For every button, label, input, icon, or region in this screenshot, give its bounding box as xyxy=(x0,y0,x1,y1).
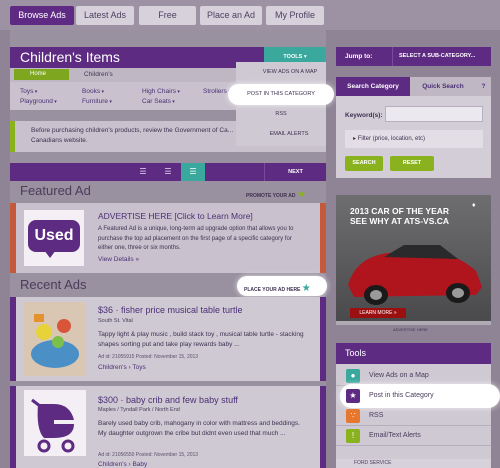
detail-view-icon[interactable]: ☰ xyxy=(181,163,205,181)
listing-category[interactable]: Children's › Toys xyxy=(98,364,146,371)
alert-icon: ! xyxy=(346,429,360,443)
category-car-seats[interactable]: Car Seats xyxy=(142,98,175,105)
keyword-input[interactable] xyxy=(385,106,483,122)
ad-subheadline: SEE WHY AT ATS-VS.CA xyxy=(350,216,450,226)
menu-rss[interactable]: RSS xyxy=(266,111,296,117)
list-view-icon[interactable]: ☰ xyxy=(131,163,155,181)
help-icon[interactable]: ? xyxy=(476,77,491,96)
star-icon: ★ xyxy=(301,283,311,294)
notice-edge xyxy=(236,146,326,152)
category-strollers[interactable]: Strollers xyxy=(203,88,231,95)
breadcrumb-home[interactable]: Home xyxy=(14,69,69,80)
tab-latest-ads[interactable]: Latest Ads xyxy=(76,6,134,25)
breadcrumb-current: Children's xyxy=(84,71,113,78)
listing-category[interactable]: Children's › Baby xyxy=(98,461,147,468)
tools-item-post[interactable]: Post in this Category xyxy=(369,392,434,399)
tab-place-an-ad[interactable]: Place an Ad xyxy=(200,6,262,25)
filter-toggle[interactable]: ▸ Filter (price, location, etc) xyxy=(345,130,483,148)
listing-photo[interactable] xyxy=(24,302,86,376)
star-icon: ★ xyxy=(346,389,360,403)
notice-text: Before purchasing children's products, r… xyxy=(31,127,234,144)
svg-text:♦: ♦ xyxy=(472,201,476,209)
category-high-chairs[interactable]: High Chairs xyxy=(142,88,180,95)
triangle-right-icon: ▸ xyxy=(353,136,357,142)
jump-to-label: Jump to: xyxy=(345,53,373,60)
tools-label: TOOLS xyxy=(283,54,303,60)
next-button[interactable]: NEXT xyxy=(264,163,326,181)
reset-button[interactable]: RESET xyxy=(390,156,434,171)
menu-post-in-category[interactable]: POST IN THIS CATEGORY xyxy=(236,91,326,97)
star-icon: ★ xyxy=(296,189,306,200)
map-pin-icon: ● xyxy=(346,369,360,383)
listing-location: South St. Vital xyxy=(98,318,133,324)
category-furniture[interactable]: Furniture xyxy=(82,98,112,105)
recent-heading: Recent Ads xyxy=(20,277,87,292)
tab-browse-ads[interactable]: Browse Ads xyxy=(10,6,74,25)
used-logo-text: Used xyxy=(28,220,80,252)
listing-description: Barely used baby crib, mahogany in color… xyxy=(98,420,300,437)
category-toys[interactable]: Toys xyxy=(20,88,37,95)
view-details-link[interactable]: View Details » xyxy=(98,256,139,263)
listing-description: Tappy light & play music , build stack t… xyxy=(98,331,304,348)
safety-notice: Before purchasing children's products, r… xyxy=(10,121,236,152)
featured-description: A Featured Ad is a unique, long-term ad … xyxy=(98,226,294,251)
advertise-here-link[interactable]: ADVERTISE HERE xyxy=(393,327,428,332)
featured-heading: Featured Ad xyxy=(20,183,91,198)
tab-free[interactable]: Free xyxy=(139,6,196,25)
subcategory-select[interactable]: SELECT A SUB-CATEGORY... xyxy=(392,47,491,66)
category-list xyxy=(10,82,236,110)
filter-label: Filter (price, location, etc) xyxy=(357,136,426,142)
tab-quick-search[interactable]: Quick Search xyxy=(410,77,476,96)
place-ad-link[interactable]: PLACE YOUR AD HERE ★ xyxy=(244,283,311,294)
featured-title[interactable]: ADVERTISE HERE [Click to Learn More] xyxy=(98,211,253,221)
category-playground[interactable]: Playground xyxy=(20,98,57,105)
search-button[interactable]: SEARCH xyxy=(345,156,383,171)
footer-ad-strip[interactable]: FORD SERVICE xyxy=(336,459,491,468)
tools-heading: Tools xyxy=(336,343,491,364)
menu-view-ads-on-map[interactable]: VIEW ADS ON A MAP xyxy=(245,69,335,75)
listing-location: Maples / Tyndall Park / North End xyxy=(98,407,180,413)
listing-meta: Ad id: 21055915 Posted: November 15, 201… xyxy=(98,354,199,360)
listing-title[interactable]: $36 · fisher price musical table turtle xyxy=(98,305,243,315)
place-ad-label: PLACE YOUR AD HERE xyxy=(244,287,301,293)
help-icon-glyph: ? xyxy=(481,83,486,90)
ad-learn-more-button[interactable]: LEARN MORE » xyxy=(350,308,406,318)
tools-item-label[interactable]: RSS xyxy=(369,412,383,419)
ad-headline: 2013 CAR OF THE YEAR xyxy=(350,206,450,216)
promote-label: PROMOTE YOUR AD xyxy=(246,193,296,199)
tools-item-label[interactable]: Email/Text Alerts xyxy=(369,432,421,439)
listing-photo[interactable] xyxy=(24,390,86,456)
tab-search-category[interactable]: Search Category xyxy=(336,77,410,96)
compact-view-icon[interactable]: ☰ xyxy=(156,163,180,181)
rss-icon: ∵ xyxy=(346,409,360,423)
keyword-label: Keyword(s): xyxy=(345,112,383,119)
listing-title[interactable]: $300 · baby crib and few baby stuff xyxy=(98,395,238,405)
chevron-down-icon: ▾ xyxy=(303,54,307,60)
category-books[interactable]: Books xyxy=(82,88,104,95)
used-logo-tail xyxy=(44,250,56,258)
tools-item-label[interactable]: View Ads on a Map xyxy=(369,372,429,379)
tab-my-profile[interactable]: My Profile xyxy=(266,6,324,25)
menu-email-alerts[interactable]: EMAIL ALERTS xyxy=(254,131,324,137)
listing-meta: Ad id: 21056550 Posted: November 15, 201… xyxy=(98,452,199,458)
toy-photo-icon xyxy=(24,302,86,376)
stroller-icon xyxy=(31,398,75,453)
promote-ad-link[interactable]: PROMOTE YOUR AD ★ xyxy=(246,189,306,200)
